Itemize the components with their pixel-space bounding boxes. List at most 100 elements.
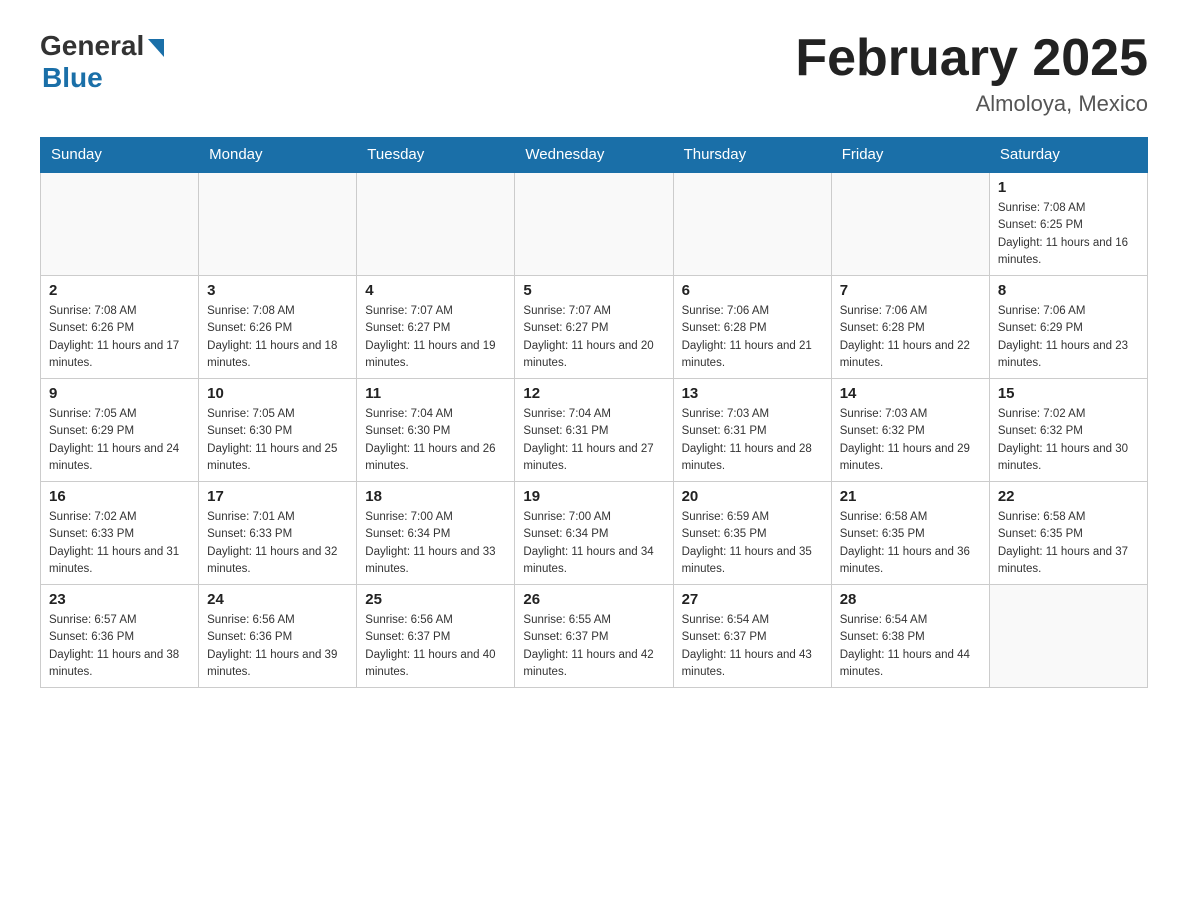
day-info: Sunrise: 7:08 AM Sunset: 6:26 PM Dayligh…: [49, 303, 190, 372]
month-title: February 2025: [795, 30, 1148, 87]
day-of-week-header: Sunday: [41, 138, 199, 173]
day-number: 21: [840, 488, 981, 505]
day-info: Sunrise: 6:54 AM Sunset: 6:37 PM Dayligh…: [682, 612, 823, 681]
title-area: February 2025 Almoloya, Mexico: [795, 30, 1148, 117]
day-number: 2: [49, 282, 190, 299]
location: Almoloya, Mexico: [795, 91, 1148, 117]
calendar-day-cell: 9 Sunrise: 7:05 AM Sunset: 6:29 PM Daylig…: [41, 379, 199, 482]
day-info: Sunrise: 7:05 AM Sunset: 6:29 PM Dayligh…: [49, 406, 190, 475]
logo-blue-text: Blue: [42, 62, 103, 94]
day-number: 26: [523, 591, 664, 608]
calendar-body: 1 Sunrise: 7:08 AM Sunset: 6:25 PM Daylig…: [41, 172, 1148, 688]
day-info: Sunrise: 7:03 AM Sunset: 6:31 PM Dayligh…: [682, 406, 823, 475]
day-of-week-header: Wednesday: [515, 138, 673, 173]
day-info: Sunrise: 7:04 AM Sunset: 6:31 PM Dayligh…: [523, 406, 664, 475]
day-number: 25: [365, 591, 506, 608]
day-number: 22: [998, 488, 1139, 505]
day-of-week-header: Saturday: [989, 138, 1147, 173]
calendar-day-cell: [41, 172, 199, 276]
day-info: Sunrise: 7:08 AM Sunset: 6:25 PM Dayligh…: [998, 200, 1139, 269]
calendar-day-cell: 10 Sunrise: 7:05 AM Sunset: 6:30 PM Dayli…: [199, 379, 357, 482]
calendar-week-row: 23Sunrise: 6:57 AM Sunset: 6:36 PM Dayli…: [41, 585, 1148, 688]
day-info: Sunrise: 7:00 AM Sunset: 6:34 PM Dayligh…: [523, 509, 664, 578]
day-of-week-header: Thursday: [673, 138, 831, 173]
day-number: 23: [49, 591, 190, 608]
day-number: 3: [207, 282, 348, 299]
day-number: 24: [207, 591, 348, 608]
day-info: Sunrise: 6:56 AM Sunset: 6:37 PM Dayligh…: [365, 612, 506, 681]
calendar-day-cell: 18 Sunrise: 7:00 AM Sunset: 6:34 PM Dayli…: [357, 482, 515, 585]
day-number: 17: [207, 488, 348, 505]
calendar-day-cell: 15 Sunrise: 7:02 AM Sunset: 6:32 PM Dayli…: [989, 379, 1147, 482]
calendar-day-cell: 4 Sunrise: 7:07 AM Sunset: 6:27 PM Daylig…: [357, 276, 515, 379]
calendar-day-cell: [515, 172, 673, 276]
day-of-week-header: Tuesday: [357, 138, 515, 173]
day-number: 10: [207, 385, 348, 402]
calendar-day-cell: 28 Sunrise: 6:54 AM Sunset: 6:38 PM Dayli…: [831, 585, 989, 688]
calendar-week-row: 1 Sunrise: 7:08 AM Sunset: 6:25 PM Daylig…: [41, 172, 1148, 276]
calendar-day-cell: 8 Sunrise: 7:06 AM Sunset: 6:29 PM Daylig…: [989, 276, 1147, 379]
calendar-day-cell: 17 Sunrise: 7:01 AM Sunset: 6:33 PM Dayli…: [199, 482, 357, 585]
day-number: 11: [365, 385, 506, 402]
calendar-day-cell: 3 Sunrise: 7:08 AM Sunset: 6:26 PM Daylig…: [199, 276, 357, 379]
day-info: Sunrise: 6:58 AM Sunset: 6:35 PM Dayligh…: [840, 509, 981, 578]
day-info: Sunrise: 6:55 AM Sunset: 6:37 PM Dayligh…: [523, 612, 664, 681]
day-number: 20: [682, 488, 823, 505]
day-info: Sunrise: 7:02 AM Sunset: 6:32 PM Dayligh…: [998, 406, 1139, 475]
day-number: 12: [523, 385, 664, 402]
calendar-day-cell: 13 Sunrise: 7:03 AM Sunset: 6:31 PM Dayli…: [673, 379, 831, 482]
day-number: 15: [998, 385, 1139, 402]
day-number: 13: [682, 385, 823, 402]
calendar-day-cell: [199, 172, 357, 276]
calendar-week-row: 9 Sunrise: 7:05 AM Sunset: 6:29 PM Daylig…: [41, 379, 1148, 482]
day-info: Sunrise: 7:06 AM Sunset: 6:28 PM Dayligh…: [840, 303, 981, 372]
day-info: Sunrise: 7:07 AM Sunset: 6:27 PM Dayligh…: [523, 303, 664, 372]
calendar-day-cell: 6 Sunrise: 7:06 AM Sunset: 6:28 PM Daylig…: [673, 276, 831, 379]
calendar-day-cell: 11 Sunrise: 7:04 AM Sunset: 6:30 PM Dayli…: [357, 379, 515, 482]
day-number: 27: [682, 591, 823, 608]
day-info: Sunrise: 7:06 AM Sunset: 6:28 PM Dayligh…: [682, 303, 823, 372]
day-info: Sunrise: 6:59 AM Sunset: 6:35 PM Dayligh…: [682, 509, 823, 578]
day-number: 4: [365, 282, 506, 299]
calendar-table: SundayMondayTuesdayWednesdayThursdayFrid…: [40, 137, 1148, 688]
page-header: General Blue February 2025 Almoloya, Mex…: [40, 30, 1148, 117]
calendar-day-cell: [357, 172, 515, 276]
day-number: 6: [682, 282, 823, 299]
day-number: 9: [49, 385, 190, 402]
day-number: 5: [523, 282, 664, 299]
calendar-day-cell: 12 Sunrise: 7:04 AM Sunset: 6:31 PM Dayli…: [515, 379, 673, 482]
calendar-day-cell: [989, 585, 1147, 688]
day-info: Sunrise: 7:00 AM Sunset: 6:34 PM Dayligh…: [365, 509, 506, 578]
day-info: Sunrise: 7:03 AM Sunset: 6:32 PM Dayligh…: [840, 406, 981, 475]
calendar-day-cell: [831, 172, 989, 276]
day-info: Sunrise: 7:02 AM Sunset: 6:33 PM Dayligh…: [49, 509, 190, 578]
day-number: 18: [365, 488, 506, 505]
day-info: Sunrise: 6:58 AM Sunset: 6:35 PM Dayligh…: [998, 509, 1139, 578]
logo-arrow-icon: [148, 39, 164, 57]
day-info: Sunrise: 7:05 AM Sunset: 6:30 PM Dayligh…: [207, 406, 348, 475]
day-number: 8: [998, 282, 1139, 299]
calendar-day-cell: 7Sunrise: 7:06 AM Sunset: 6:28 PM Daylig…: [831, 276, 989, 379]
day-number: 14: [840, 385, 981, 402]
day-info: Sunrise: 7:08 AM Sunset: 6:26 PM Dayligh…: [207, 303, 348, 372]
day-number: 1: [998, 179, 1139, 196]
day-info: Sunrise: 6:56 AM Sunset: 6:36 PM Dayligh…: [207, 612, 348, 681]
calendar-day-cell: 27 Sunrise: 6:54 AM Sunset: 6:37 PM Dayli…: [673, 585, 831, 688]
day-info: Sunrise: 7:06 AM Sunset: 6:29 PM Dayligh…: [998, 303, 1139, 372]
calendar-day-cell: 14 Sunrise: 7:03 AM Sunset: 6:32 PM Dayli…: [831, 379, 989, 482]
calendar-week-row: 2 Sunrise: 7:08 AM Sunset: 6:26 PM Daylig…: [41, 276, 1148, 379]
calendar-day-cell: 25 Sunrise: 6:56 AM Sunset: 6:37 PM Dayli…: [357, 585, 515, 688]
calendar-day-cell: 26 Sunrise: 6:55 AM Sunset: 6:37 PM Dayli…: [515, 585, 673, 688]
calendar-day-cell: 2 Sunrise: 7:08 AM Sunset: 6:26 PM Daylig…: [41, 276, 199, 379]
day-number: 28: [840, 591, 981, 608]
day-of-week-header: Monday: [199, 138, 357, 173]
day-info: Sunrise: 7:01 AM Sunset: 6:33 PM Dayligh…: [207, 509, 348, 578]
header-row: SundayMondayTuesdayWednesdayThursdayFrid…: [41, 138, 1148, 173]
calendar-day-cell: 16Sunrise: 7:02 AM Sunset: 6:33 PM Dayli…: [41, 482, 199, 585]
day-info: Sunrise: 6:54 AM Sunset: 6:38 PM Dayligh…: [840, 612, 981, 681]
calendar-header: SundayMondayTuesdayWednesdayThursdayFrid…: [41, 138, 1148, 173]
day-info: Sunrise: 7:04 AM Sunset: 6:30 PM Dayligh…: [365, 406, 506, 475]
day-info: Sunrise: 7:07 AM Sunset: 6:27 PM Dayligh…: [365, 303, 506, 372]
calendar-day-cell: 20 Sunrise: 6:59 AM Sunset: 6:35 PM Dayli…: [673, 482, 831, 585]
calendar-day-cell: 24 Sunrise: 6:56 AM Sunset: 6:36 PM Dayli…: [199, 585, 357, 688]
